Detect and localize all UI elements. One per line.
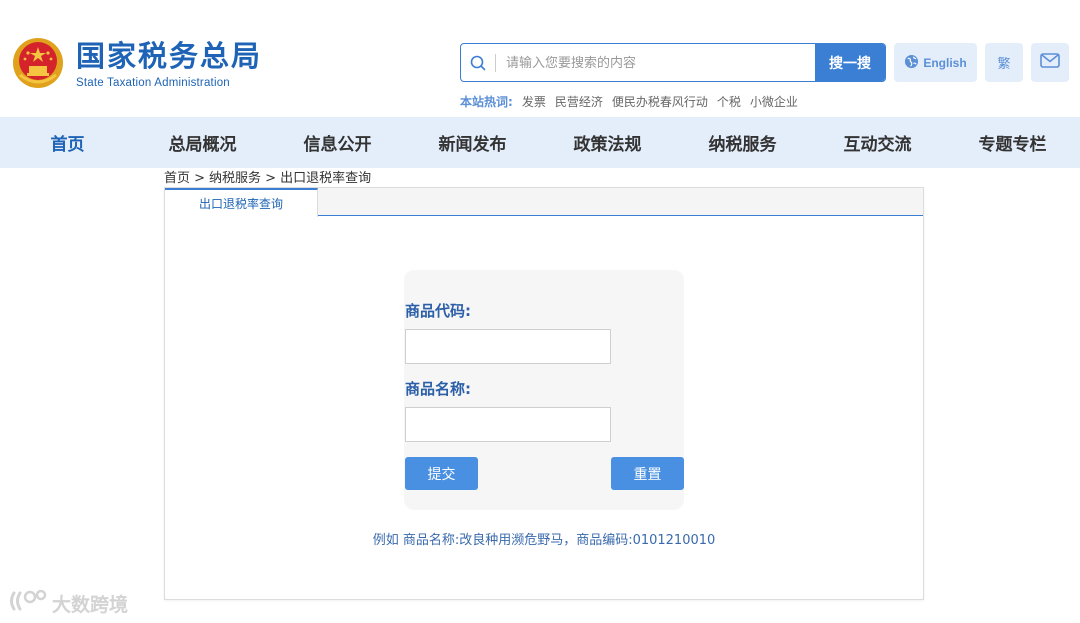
search-box: 搜一搜	[460, 43, 886, 82]
english-version-button[interactable]: English	[894, 43, 977, 82]
watermark: 大数跨境	[8, 589, 128, 618]
nav-item-policy[interactable]: 政策法规	[540, 117, 675, 168]
product-name-input[interactable]	[405, 407, 611, 442]
hotword-link[interactable]: 小微企业	[750, 93, 798, 110]
nav-item-topics[interactable]: 专题专栏	[945, 117, 1080, 168]
nav-item-tax-service[interactable]: 纳税服务	[675, 117, 810, 168]
hotword-link[interactable]: 个税	[717, 93, 741, 110]
english-label: English	[923, 55, 967, 70]
national-emblem-icon	[12, 37, 64, 89]
product-code-input[interactable]	[405, 329, 611, 364]
breadcrumb-current: 出口退税率查询	[280, 171, 372, 186]
watermark-text: 大数跨境	[52, 594, 129, 616]
logo-title-en[interactable]: State Taxation Administration	[76, 77, 230, 89]
logo-title-cn[interactable]: 国家税务总局	[76, 38, 262, 74]
example-hint: 例如 商品名称:改良种用濒危野马，商品编码:0101210010	[372, 533, 716, 548]
product-code-label: 商品代码:	[405, 302, 471, 320]
hotwords-bar: 本站热词: 发票 民营经济 便民办税春风行动 个税 小微企业	[460, 93, 798, 110]
site-header: 国家税务总局 State Taxation Administration 搜一搜…	[0, 0, 1080, 117]
breadcrumb-tax-service[interactable]: 纳税服务 >	[209, 171, 276, 187]
hotword-link[interactable]: 民营经济	[555, 93, 603, 110]
traditional-chinese-button[interactable]: 繁	[985, 43, 1023, 82]
mail-button[interactable]	[1031, 43, 1069, 82]
query-panel: 出口退税率查询 商品代码: 商品名称: 提交 重置 例如 商品名称:改良种用濒危…	[164, 187, 924, 600]
hotwords-label: 本站热词:	[460, 95, 513, 109]
main-nav: 首页 总局概况 信息公开 新闻发布 政策法规 纳税服务 互动交流 专题专栏	[0, 117, 1080, 168]
tab-export-rebate-query[interactable]: 出口退税率查询	[165, 188, 318, 217]
nav-item-interaction[interactable]: 互动交流	[810, 117, 945, 168]
nav-item-news[interactable]: 新闻发布	[405, 117, 540, 168]
mail-icon	[1040, 53, 1060, 72]
hotword-link[interactable]: 便民办税春风行动	[612, 93, 708, 110]
search-input[interactable]	[496, 44, 815, 81]
submit-button[interactable]: 提交	[405, 457, 478, 490]
hotword-link[interactable]: 发票	[522, 93, 546, 110]
nav-item-home[interactable]: 首页	[0, 117, 135, 168]
reset-button[interactable]: 重置	[611, 457, 684, 490]
tab-bar: 出口退税率查询	[165, 188, 923, 217]
breadcrumb-home[interactable]: 首页 >	[164, 171, 205, 187]
search-button[interactable]: 搜一搜	[815, 44, 885, 81]
search-icon	[461, 44, 495, 81]
query-form: 商品代码: 商品名称: 提交 重置	[404, 270, 684, 510]
nav-item-overview[interactable]: 总局概况	[135, 117, 270, 168]
globe-icon	[904, 54, 919, 72]
breadcrumb: 首页 > 纳税服务 > 出口退税率查询	[164, 171, 371, 187]
product-name-label: 商品名称:	[405, 380, 471, 398]
watermark-logo-icon	[8, 589, 48, 618]
nav-item-disclosure[interactable]: 信息公开	[270, 117, 405, 168]
